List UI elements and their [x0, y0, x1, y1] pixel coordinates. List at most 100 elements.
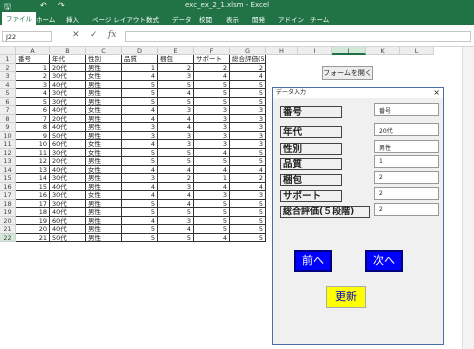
table-cell[interactable]: 40代: [50, 106, 86, 115]
table-cell[interactable]: 3: [194, 123, 230, 132]
prev-button[interactable]: 前へ: [294, 250, 332, 272]
table-cell[interactable]: 男性: [86, 114, 122, 123]
tab-review[interactable]: 校閲: [199, 14, 212, 24]
table-cell[interactable]: 3: [16, 80, 50, 89]
row-header[interactable]: 20: [0, 216, 16, 225]
row-header[interactable]: 10: [0, 131, 16, 140]
table-cell[interactable]: 2: [16, 72, 50, 81]
column-header[interactable]: F: [194, 47, 230, 55]
table-cell[interactable]: 女性: [86, 106, 122, 115]
table-cell[interactable]: 5: [230, 148, 266, 157]
table-cell[interactable]: 3: [158, 131, 194, 140]
table-cell[interactable]: 5: [122, 80, 158, 89]
table-cell[interactable]: 5: [158, 97, 194, 106]
table-cell[interactable]: 1: [16, 63, 50, 72]
header-cell[interactable]: 年代: [50, 55, 86, 64]
table-cell[interactable]: 3: [230, 114, 266, 123]
table-cell[interactable]: 30代: [50, 199, 86, 208]
table-cell[interactable]: 4: [158, 123, 194, 132]
table-cell[interactable]: 50代: [50, 131, 86, 140]
name-box[interactable]: J22: [2, 31, 52, 42]
open-form-button[interactable]: フォームを開く: [322, 66, 373, 80]
table-cell[interactable]: 40代: [50, 182, 86, 191]
table-cell[interactable]: 20代: [50, 114, 86, 123]
table-cell[interactable]: 女性: [86, 148, 122, 157]
tab-home[interactable]: ホーム: [36, 14, 55, 24]
table-cell[interactable]: 4: [158, 89, 194, 98]
table-cell[interactable]: 5: [230, 216, 266, 225]
table-cell[interactable]: 2: [158, 174, 194, 183]
vertical-scrollbar[interactable]: [462, 47, 474, 349]
table-cell[interactable]: 男性: [86, 225, 122, 234]
table-cell[interactable]: 3: [158, 72, 194, 81]
table-cell[interactable]: 30代: [50, 72, 86, 81]
table-cell[interactable]: 9: [16, 131, 50, 140]
table-cell[interactable]: 40代: [50, 123, 86, 132]
table-cell[interactable]: 3: [122, 131, 158, 140]
table-cell[interactable]: 5: [122, 225, 158, 234]
table-cell[interactable]: 4: [194, 72, 230, 81]
table-cell[interactable]: 5: [158, 208, 194, 217]
table-cell[interactable]: 4: [158, 199, 194, 208]
column-header[interactable]: I: [298, 47, 332, 55]
table-cell[interactable]: 2: [194, 63, 230, 72]
table-cell[interactable]: 3: [194, 114, 230, 123]
table-cell[interactable]: 12: [16, 157, 50, 166]
table-cell[interactable]: 4: [158, 225, 194, 234]
table-cell[interactable]: 5: [194, 208, 230, 217]
header-cell[interactable]: 梱包: [158, 55, 194, 64]
row-header[interactable]: 11: [0, 140, 16, 149]
table-cell[interactable]: 4: [122, 114, 158, 123]
table-cell[interactable]: 20: [16, 225, 50, 234]
table-cell[interactable]: 3: [158, 140, 194, 149]
column-header[interactable]: G: [230, 47, 266, 55]
table-cell[interactable]: 5: [122, 233, 158, 242]
table-cell[interactable]: 5: [230, 199, 266, 208]
next-button[interactable]: 次へ: [365, 250, 403, 272]
table-cell[interactable]: 4: [122, 191, 158, 200]
table-cell[interactable]: 3: [194, 106, 230, 115]
field-input[interactable]: 1: [374, 155, 439, 168]
table-cell[interactable]: 男性: [86, 97, 122, 106]
header-cell[interactable]: 総合評価(5段階): [230, 55, 266, 64]
table-cell[interactable]: 60代: [50, 140, 86, 149]
table-cell[interactable]: 5: [194, 97, 230, 106]
tab-developer[interactable]: 開発: [252, 14, 265, 24]
table-cell[interactable]: 4: [194, 233, 230, 242]
formula-input[interactable]: [125, 31, 471, 42]
table-cell[interactable]: 40代: [50, 80, 86, 89]
table-cell[interactable]: 5: [158, 157, 194, 166]
table-cell[interactable]: 13: [16, 165, 50, 174]
table-cell[interactable]: 3: [122, 174, 158, 183]
header-cell[interactable]: 性別: [86, 55, 122, 64]
table-cell[interactable]: 16: [16, 191, 50, 200]
tab-view[interactable]: 表示: [226, 14, 239, 24]
table-cell[interactable]: 女性: [86, 72, 122, 81]
row-header[interactable]: 1: [0, 55, 16, 64]
table-cell[interactable]: 4: [122, 216, 158, 225]
enter-icon[interactable]: ✓: [90, 30, 98, 40]
table-cell[interactable]: 5: [16, 97, 50, 106]
table-cell[interactable]: 4: [194, 165, 230, 174]
table-cell[interactable]: 30代: [50, 174, 86, 183]
table-cell[interactable]: 5: [194, 157, 230, 166]
table-cell[interactable]: 5: [194, 216, 230, 225]
table-cell[interactable]: 50代: [50, 233, 86, 242]
table-cell[interactable]: 3: [194, 191, 230, 200]
table-cell[interactable]: 5: [194, 80, 230, 89]
row-header[interactable]: 17: [0, 191, 16, 200]
table-cell[interactable]: 4: [158, 165, 194, 174]
table-cell[interactable]: 30代: [50, 89, 86, 98]
table-cell[interactable]: 4: [194, 182, 230, 191]
table-cell[interactable]: 4: [158, 191, 194, 200]
table-cell[interactable]: 男性: [86, 89, 122, 98]
table-cell[interactable]: 5: [122, 89, 158, 98]
field-input[interactable]: 20代: [374, 123, 439, 136]
redo-icon[interactable]: ↷: [58, 1, 65, 10]
table-cell[interactable]: 5: [230, 89, 266, 98]
row-header[interactable]: 22: [0, 233, 16, 242]
table-cell[interactable]: 5: [230, 97, 266, 106]
row-header[interactable]: 7: [0, 106, 16, 115]
table-cell[interactable]: 30代: [50, 97, 86, 106]
table-cell[interactable]: 3: [194, 131, 230, 140]
